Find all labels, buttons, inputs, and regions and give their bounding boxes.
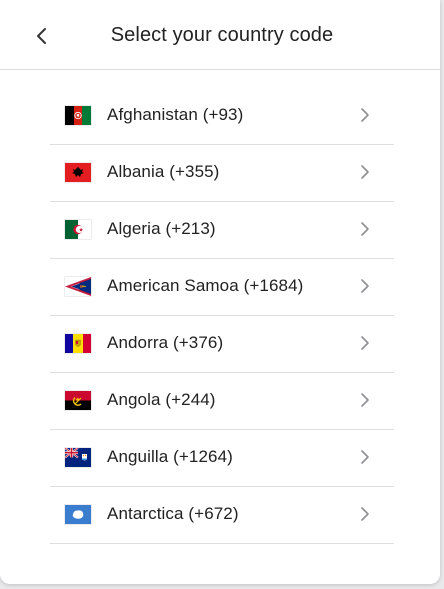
- albania-flag-icon: [65, 163, 91, 182]
- country-row-anguilla[interactable]: Anguilla (+1264): [50, 430, 394, 487]
- country-code-dialog: Select your country code Afghanistan (+9…: [0, 0, 440, 584]
- country-row-algeria[interactable]: Algeria (+213): [50, 202, 394, 259]
- country-list: Afghanistan (+93) Albania (+355) Algeria…: [50, 88, 394, 544]
- chevron-right-icon: [361, 222, 369, 236]
- country-label: Antarctica (+672): [107, 504, 239, 523]
- chevron-right-icon: [361, 393, 369, 407]
- country-label: Albania (+355): [107, 162, 220, 181]
- country-label: Andorra (+376): [107, 333, 224, 352]
- country-label: Angola (+244): [107, 390, 216, 409]
- chevron-right-icon: [361, 279, 369, 293]
- country-label: Algeria (+213): [107, 219, 216, 238]
- country-row-albania[interactable]: Albania (+355): [50, 145, 394, 202]
- chevron-right-icon: [361, 507, 369, 521]
- algeria-flag-icon: [65, 220, 91, 239]
- antarctica-flag-icon: [65, 505, 91, 524]
- country-row-antarctica[interactable]: Antarctica (+672): [50, 487, 394, 544]
- angola-flag-icon: [65, 391, 91, 410]
- chevron-right-icon: [361, 108, 369, 122]
- chevron-right-icon: [361, 336, 369, 350]
- page-title: Select your country code: [110, 24, 334, 46]
- country-row-andorra[interactable]: Andorra (+376): [50, 316, 394, 373]
- andorra-flag-icon: [65, 334, 91, 353]
- anguilla-flag-icon: [65, 448, 91, 467]
- chevron-right-icon: [361, 165, 369, 179]
- country-label: Afghanistan (+93): [107, 105, 244, 124]
- country-row-afghanistan[interactable]: Afghanistan (+93): [50, 88, 394, 145]
- country-label: Anguilla (+1264): [107, 447, 233, 466]
- country-row-angola[interactable]: Angola (+244): [50, 373, 394, 430]
- chevron-right-icon: [361, 450, 369, 464]
- dialog-header: Select your country code: [0, 0, 440, 70]
- country-row-american-samoa[interactable]: American Samoa (+1684): [50, 259, 394, 316]
- country-label: American Samoa (+1684): [107, 276, 304, 295]
- american-samoa-flag-icon: [65, 277, 91, 296]
- afghanistan-flag-icon: [65, 106, 91, 125]
